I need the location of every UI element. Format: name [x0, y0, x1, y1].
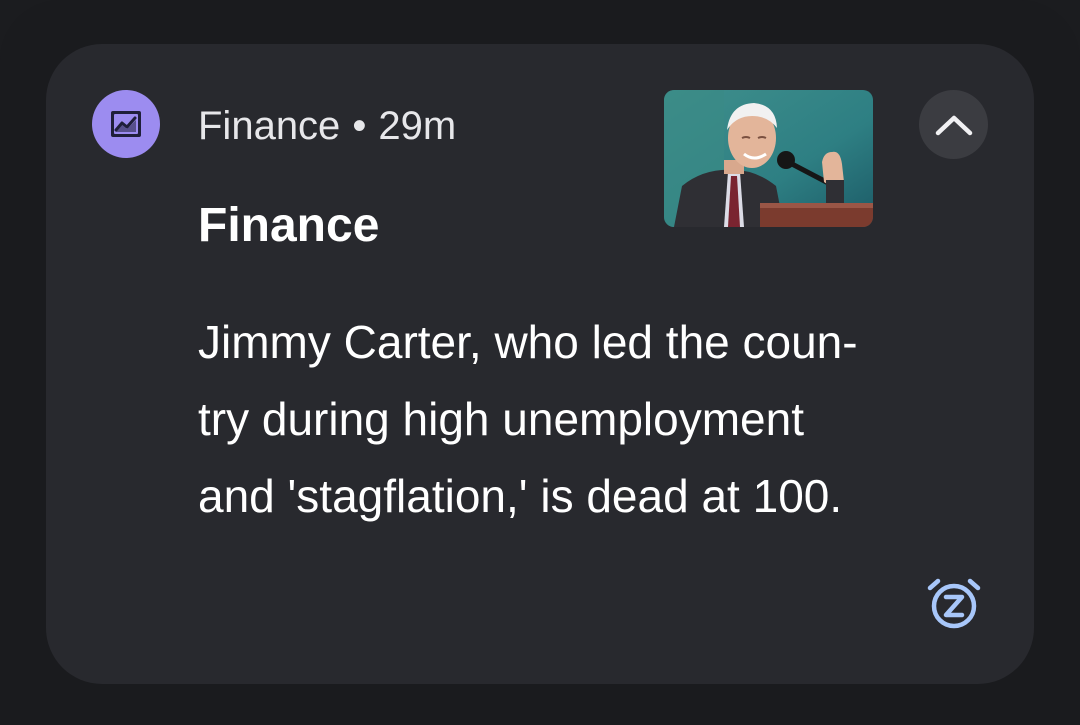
notification-title: Finance: [198, 199, 380, 252]
finance-app-icon: [92, 90, 160, 158]
notification-thumbnail: [664, 90, 873, 227]
notification-header: Finance • 29m: [198, 96, 456, 156]
news-photo: [664, 90, 873, 227]
expand-button[interactable]: [919, 90, 988, 159]
app-name: Finance: [198, 103, 341, 148]
body-line: Jimmy Carter, who led the coun-: [198, 316, 858, 368]
timestamp: 29m: [378, 103, 457, 148]
snooze-alarm-icon: [927, 578, 981, 629]
snooze-button[interactable]: [920, 568, 988, 636]
notification-body: Jimmy Carter, who led the coun- try duri…: [198, 304, 998, 535]
header-separator: •: [352, 103, 367, 148]
finance-chart-icon: [111, 111, 141, 137]
chevron-up-icon: [935, 115, 972, 135]
body-line: and 'stagflation,' is dead at 100.: [198, 470, 843, 522]
body-line: try during high unemployment: [198, 393, 804, 445]
